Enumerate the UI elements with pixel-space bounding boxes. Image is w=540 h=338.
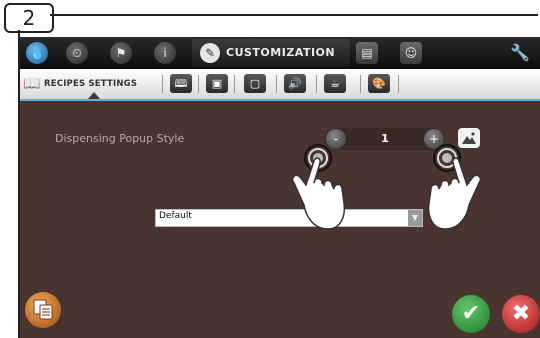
dropdown-value: Default (159, 211, 192, 221)
tap-hand-left-icon (291, 144, 346, 230)
user-icon[interactable]: ☺ (400, 42, 422, 64)
close-icon: ✖ (511, 301, 531, 326)
cancel-button[interactable]: ✖ (502, 295, 540, 333)
book-icon: 📖 (23, 76, 41, 92)
check-icon: ✔ (461, 301, 481, 326)
divider (316, 75, 317, 93)
tab-recipes-settings[interactable]: RECIPES SETTINGS (44, 79, 137, 89)
tab-customization[interactable]: ✎ CUSTOMIZATION (192, 39, 350, 67)
setting-label: Dispensing Popup Style (55, 132, 185, 145)
tap-hand-right-icon (427, 144, 482, 230)
speaker-icon[interactable]: 🔊 (284, 74, 306, 93)
clock-icon[interactable]: ⏲ (66, 42, 88, 64)
cup-icon[interactable]: ☕ (324, 74, 346, 93)
top-nav-bar: 💧 ⏲ ⚑ i ✎ CUSTOMIZATION ▤ ☺ 🔧 (20, 37, 540, 69)
step-badge: 2 (4, 3, 54, 33)
divider (162, 75, 163, 93)
divider (276, 75, 277, 93)
display-icon[interactable]: ▤ (356, 42, 378, 64)
device-screen: 💧 ⏲ ⚑ i ✎ CUSTOMIZATION ▤ ☺ 🔧 📖 RECIPES … (20, 37, 540, 338)
divider (234, 75, 235, 93)
flag-icon[interactable]: ⚑ (110, 42, 132, 64)
photo-icon[interactable]: ▢ (244, 74, 266, 93)
image-icon[interactable]: ▣ (206, 74, 228, 93)
copy-icon (33, 299, 53, 320)
book-open-icon[interactable]: 🕮 (170, 74, 192, 93)
pencil-icon: ✎ (200, 43, 220, 63)
divider (198, 75, 199, 93)
divider (398, 75, 399, 93)
tab-customization-label: CUSTOMIZATION (226, 46, 336, 59)
palette-icon[interactable]: 🎨 (368, 74, 390, 93)
wrench-icon[interactable]: 🔧 (510, 43, 530, 62)
copy-button[interactable] (25, 292, 61, 328)
chevron-down-icon[interactable]: ▼ (408, 210, 422, 226)
confirm-button[interactable]: ✔ (452, 295, 490, 333)
divider (360, 75, 361, 93)
water-drop-icon[interactable]: 💧 (26, 42, 48, 64)
frame-top-line (50, 14, 538, 16)
stepper-value: 1 (381, 132, 389, 145)
active-tab-pointer (88, 92, 100, 99)
accent-line (20, 99, 540, 101)
info-icon[interactable]: i (154, 42, 176, 64)
